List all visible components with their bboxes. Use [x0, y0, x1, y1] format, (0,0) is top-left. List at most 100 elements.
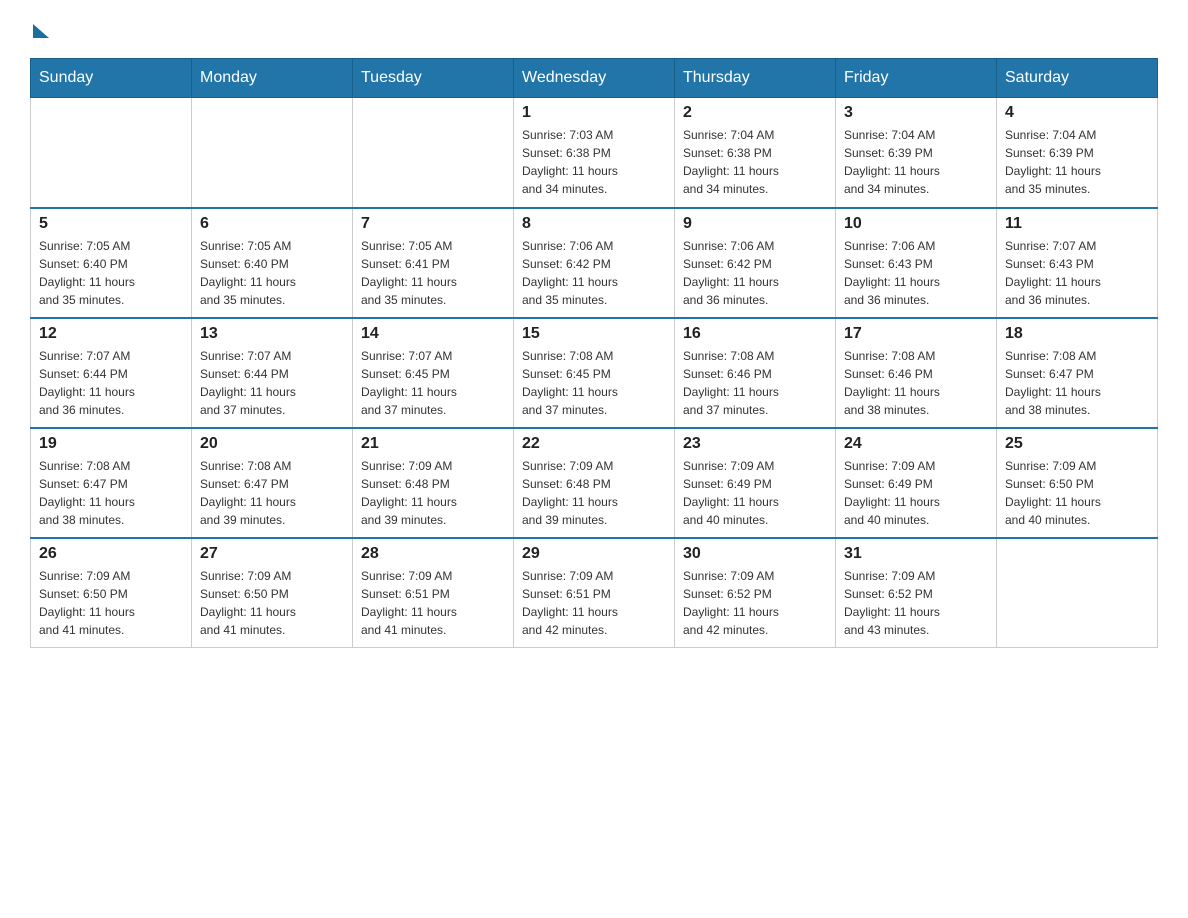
calendar-cell: 30Sunrise: 7:09 AM Sunset: 6:52 PM Dayli… [675, 538, 836, 648]
calendar-cell: 22 Sunrise: 7:09 AM Sunset: 6:48 PM Dayli… [514, 428, 675, 538]
day-number: 15 [522, 325, 666, 343]
day-number: 1 [522, 104, 666, 122]
day-info: Sunrise: 7:06 AM Sunset: 6:43 PM Dayligh… [844, 237, 988, 309]
calendar-header-saturday: Saturday [997, 59, 1158, 98]
calendar-week-row: 26 Sunrise: 7:09 AM Sunset: 6:50 PM Dayli… [31, 538, 1158, 648]
calendar-week-row: 1 Sunrise: 7:03 AM Sunset: 6:38 PM Daylig… [31, 98, 1158, 208]
calendar-cell: 4 Sunrise: 7:04 AM Sunset: 6:39 PM Daylig… [997, 98, 1158, 208]
day-number: 5 [39, 215, 183, 233]
day-number: 20 [200, 435, 344, 453]
calendar-cell: 28 Sunrise: 7:09 AM Sunset: 6:51 PM Dayli… [353, 538, 514, 648]
calendar-cell: 3 Sunrise: 7:04 AM Sunset: 6:39 PM Daylig… [836, 98, 997, 208]
day-info: Sunrise: 7:04 AM Sunset: 6:39 PM Dayligh… [1005, 126, 1149, 198]
calendar-header-monday: Monday [192, 59, 353, 98]
calendar-cell: 29 Sunrise: 7:09 AM Sunset: 6:51 PM Dayli… [514, 538, 675, 648]
day-info: Sunrise: 7:08 AM Sunset: 6:47 PM Dayligh… [200, 457, 344, 529]
calendar-header-row: SundayMondayTuesdayWednesdayThursdayFrid… [31, 59, 1158, 98]
day-info: Sunrise: 7:09 AM Sunset: 6:51 PM Dayligh… [522, 567, 666, 639]
day-number: 14 [361, 325, 505, 343]
day-number: 25 [1005, 435, 1149, 453]
day-number: 13 [200, 325, 344, 343]
calendar-cell: 15 Sunrise: 7:08 AM Sunset: 6:45 PM Dayli… [514, 318, 675, 428]
calendar-cell: 23 Sunrise: 7:09 AM Sunset: 6:49 PM Dayli… [675, 428, 836, 538]
day-info: Sunrise: 7:07 AM Sunset: 6:44 PM Dayligh… [39, 347, 183, 419]
day-number: 2 [683, 104, 827, 122]
day-number: 30 [683, 545, 827, 563]
day-number: 18 [1005, 325, 1149, 343]
calendar-cell: 1 Sunrise: 7:03 AM Sunset: 6:38 PM Daylig… [514, 98, 675, 208]
day-number: 8 [522, 215, 666, 233]
day-info: Sunrise: 7:09 AM Sunset: 6:48 PM Dayligh… [361, 457, 505, 529]
day-number: 9 [683, 215, 827, 233]
day-number: 4 [1005, 104, 1149, 122]
calendar-cell: 2 Sunrise: 7:04 AM Sunset: 6:38 PM Daylig… [675, 98, 836, 208]
day-number: 7 [361, 215, 505, 233]
day-info: Sunrise: 7:07 AM Sunset: 6:44 PM Dayligh… [200, 347, 344, 419]
calendar-week-row: 12 Sunrise: 7:07 AM Sunset: 6:44 PM Dayli… [31, 318, 1158, 428]
day-info: Sunrise: 7:08 AM Sunset: 6:47 PM Dayligh… [39, 457, 183, 529]
calendar-header-tuesday: Tuesday [353, 59, 514, 98]
logo [30, 20, 49, 38]
calendar-cell [353, 98, 514, 208]
calendar-cell [192, 98, 353, 208]
day-number: 11 [1005, 215, 1149, 233]
calendar-cell: 16 Sunrise: 7:08 AM Sunset: 6:46 PM Dayli… [675, 318, 836, 428]
day-number: 16 [683, 325, 827, 343]
calendar-cell [997, 538, 1158, 648]
day-info: Sunrise: 7:03 AM Sunset: 6:38 PM Dayligh… [522, 126, 666, 198]
calendar-cell [31, 98, 192, 208]
day-number: 21 [361, 435, 505, 453]
day-info: Sunrise: 7:06 AM Sunset: 6:42 PM Dayligh… [522, 237, 666, 309]
page-header [30, 20, 1158, 38]
calendar-week-row: 19 Sunrise: 7:08 AM Sunset: 6:47 PM Dayli… [31, 428, 1158, 538]
day-number: 28 [361, 545, 505, 563]
day-info: Sunrise: 7:09 AM Sunset: 6:48 PM Dayligh… [522, 457, 666, 529]
calendar-cell: 18Sunrise: 7:08 AM Sunset: 6:47 PM Dayli… [997, 318, 1158, 428]
calendar-cell: 27Sunrise: 7:09 AM Sunset: 6:50 PM Dayli… [192, 538, 353, 648]
calendar-header-sunday: Sunday [31, 59, 192, 98]
day-info: Sunrise: 7:07 AM Sunset: 6:45 PM Dayligh… [361, 347, 505, 419]
day-number: 12 [39, 325, 183, 343]
day-info: Sunrise: 7:09 AM Sunset: 6:50 PM Dayligh… [1005, 457, 1149, 529]
day-number: 19 [39, 435, 183, 453]
calendar-cell: 6Sunrise: 7:05 AM Sunset: 6:40 PM Daylig… [192, 208, 353, 318]
calendar-cell: 10Sunrise: 7:06 AM Sunset: 6:43 PM Dayli… [836, 208, 997, 318]
calendar-cell: 17 Sunrise: 7:08 AM Sunset: 6:46 PM Dayli… [836, 318, 997, 428]
calendar-cell: 8 Sunrise: 7:06 AM Sunset: 6:42 PM Daylig… [514, 208, 675, 318]
calendar-cell: 24 Sunrise: 7:09 AM Sunset: 6:49 PM Dayli… [836, 428, 997, 538]
day-info: Sunrise: 7:08 AM Sunset: 6:45 PM Dayligh… [522, 347, 666, 419]
calendar-cell: 19 Sunrise: 7:08 AM Sunset: 6:47 PM Dayli… [31, 428, 192, 538]
day-number: 31 [844, 545, 988, 563]
day-info: Sunrise: 7:06 AM Sunset: 6:42 PM Dayligh… [683, 237, 827, 309]
day-number: 17 [844, 325, 988, 343]
calendar-cell: 9 Sunrise: 7:06 AM Sunset: 6:42 PM Daylig… [675, 208, 836, 318]
day-info: Sunrise: 7:05 AM Sunset: 6:40 PM Dayligh… [200, 237, 344, 309]
day-number: 23 [683, 435, 827, 453]
calendar-cell: 5Sunrise: 7:05 AM Sunset: 6:40 PM Daylig… [31, 208, 192, 318]
calendar-cell: 31 Sunrise: 7:09 AM Sunset: 6:52 PM Dayli… [836, 538, 997, 648]
day-info: Sunrise: 7:04 AM Sunset: 6:38 PM Dayligh… [683, 126, 827, 198]
day-info: Sunrise: 7:08 AM Sunset: 6:46 PM Dayligh… [683, 347, 827, 419]
calendar-table: SundayMondayTuesdayWednesdayThursdayFrid… [30, 58, 1158, 648]
day-info: Sunrise: 7:09 AM Sunset: 6:49 PM Dayligh… [683, 457, 827, 529]
day-number: 3 [844, 104, 988, 122]
day-number: 29 [522, 545, 666, 563]
day-info: Sunrise: 7:09 AM Sunset: 6:49 PM Dayligh… [844, 457, 988, 529]
day-info: Sunrise: 7:09 AM Sunset: 6:50 PM Dayligh… [39, 567, 183, 639]
day-info: Sunrise: 7:05 AM Sunset: 6:41 PM Dayligh… [361, 237, 505, 309]
day-number: 24 [844, 435, 988, 453]
day-number: 26 [39, 545, 183, 563]
calendar-cell: 7 Sunrise: 7:05 AM Sunset: 6:41 PM Daylig… [353, 208, 514, 318]
calendar-cell: 26 Sunrise: 7:09 AM Sunset: 6:50 PM Dayli… [31, 538, 192, 648]
day-number: 22 [522, 435, 666, 453]
day-info: Sunrise: 7:08 AM Sunset: 6:46 PM Dayligh… [844, 347, 988, 419]
day-info: Sunrise: 7:09 AM Sunset: 6:52 PM Dayligh… [844, 567, 988, 639]
day-info: Sunrise: 7:09 AM Sunset: 6:51 PM Dayligh… [361, 567, 505, 639]
calendar-cell: 13 Sunrise: 7:07 AM Sunset: 6:44 PM Dayli… [192, 318, 353, 428]
logo-arrow-icon [33, 24, 49, 38]
day-info: Sunrise: 7:04 AM Sunset: 6:39 PM Dayligh… [844, 126, 988, 198]
day-info: Sunrise: 7:07 AM Sunset: 6:43 PM Dayligh… [1005, 237, 1149, 309]
calendar-cell: 12 Sunrise: 7:07 AM Sunset: 6:44 PM Dayli… [31, 318, 192, 428]
calendar-cell: 21 Sunrise: 7:09 AM Sunset: 6:48 PM Dayli… [353, 428, 514, 538]
calendar-header-thursday: Thursday [675, 59, 836, 98]
